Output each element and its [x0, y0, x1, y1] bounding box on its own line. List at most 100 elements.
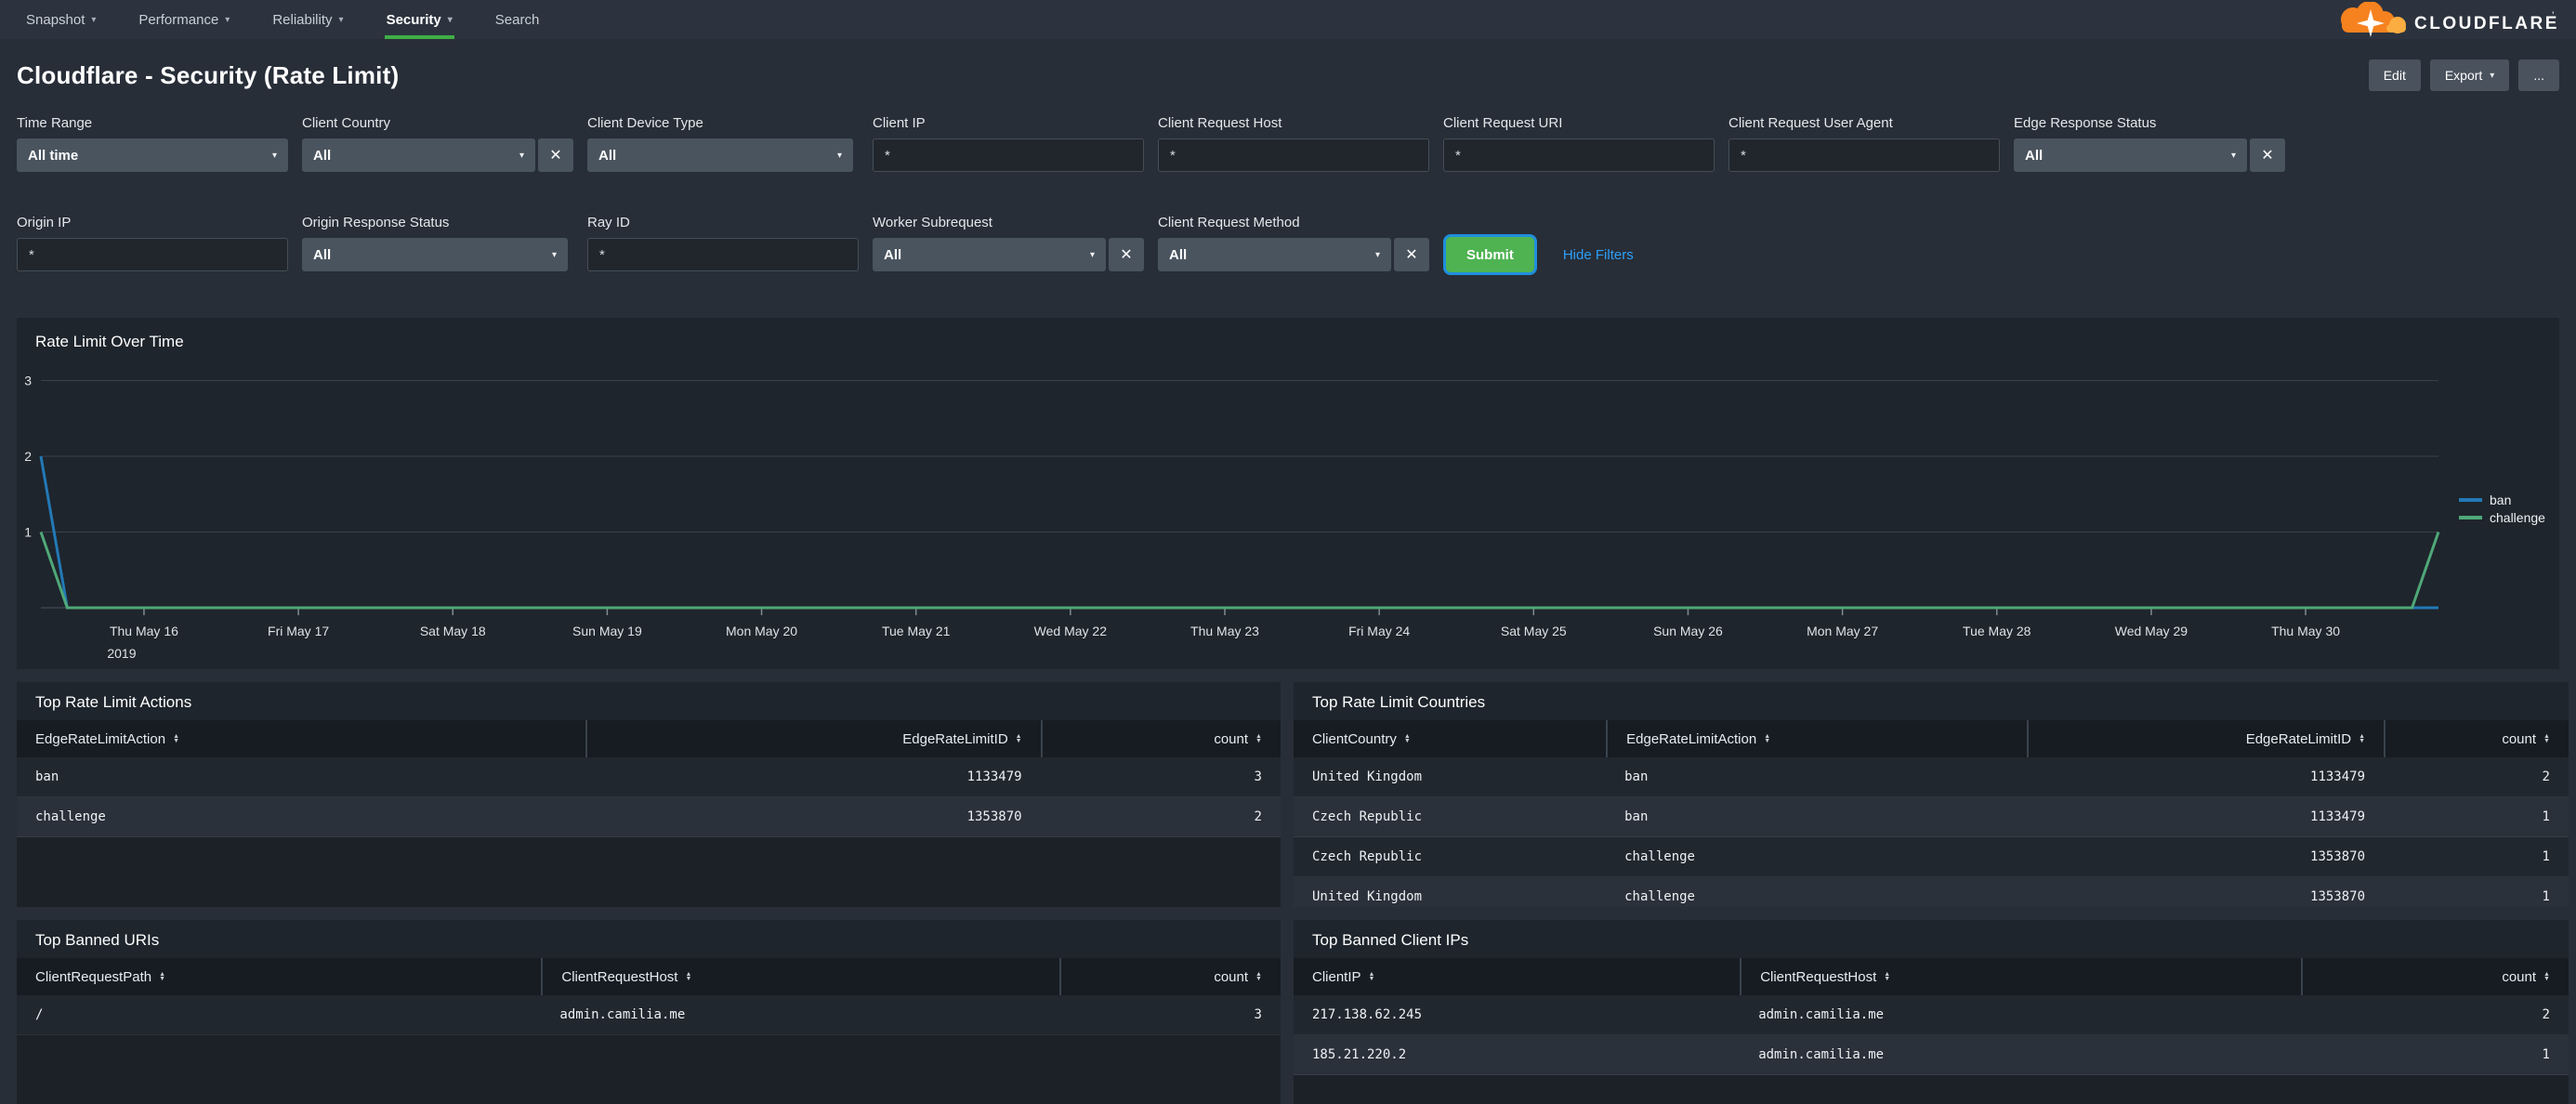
- column-header-count[interactable]: count ▲ ▼: [2300, 958, 2569, 995]
- chevron-down-icon: ▾: [338, 14, 344, 25]
- nav-item-search[interactable]: Search: [495, 0, 540, 39]
- client-ip-input[interactable]: [873, 138, 1144, 172]
- nav-item-performance[interactable]: Performance ▾: [138, 0, 230, 39]
- worker-subrequest-select[interactable]: All ▾: [873, 238, 1106, 271]
- filter-client-country: Client Country All ▾ ✕: [302, 115, 573, 172]
- column-header-edgeratelimitid[interactable]: EdgeRateLimitID ▲ ▼: [2026, 720, 2384, 757]
- ray-id-input[interactable]: [587, 238, 859, 271]
- table-empty-area: [17, 1035, 1281, 1104]
- rate-limit-chart: 1 2 3 Thu May 16 2019 Fri May 17 Sat May 18 Sun…: [24, 374, 2545, 662]
- export-button[interactable]: Export ▾: [2429, 59, 2510, 91]
- chevron-down-icon: ▾: [2490, 70, 2495, 81]
- more-button[interactable]: ...: [2518, 59, 2559, 91]
- brand-text: CLOUDFLARE: [2414, 14, 2559, 33]
- column-header-clientrequesthost[interactable]: ClientRequestHost ▲ ▼: [541, 958, 1059, 995]
- column-label: EdgeRateLimitID: [902, 730, 1008, 747]
- client-request-host-input[interactable]: [1158, 138, 1429, 172]
- top-banned-client-ips-panel: Top Banned Client IPs ClientIP ▲ ▼ ClientReq…: [1294, 920, 2569, 1104]
- tables-grid: Top Rate Limit Actions EdgeRateLimitActio…: [17, 682, 2569, 1104]
- cell-count: 3: [1254, 769, 1262, 784]
- nav-item-security[interactable]: Security ▾: [384, 0, 455, 39]
- nav-items: Snapshot ▾ Performance ▾ Reliability ▾ Securit…: [0, 0, 539, 39]
- client-request-user-agent-input[interactable]: [1728, 138, 2000, 172]
- sort-icon: ▲ ▼: [173, 733, 180, 744]
- column-header-edgeratelimitaction[interactable]: EdgeRateLimitAction ▲ ▼: [1606, 720, 2027, 757]
- edge-response-status-clear-button[interactable]: ✕: [2250, 138, 2285, 172]
- cell-edgeratelimitid: 1133479: [2310, 809, 2366, 824]
- submit-button[interactable]: Submit: [1443, 234, 1537, 275]
- client-country-select[interactable]: All ▾: [302, 138, 535, 172]
- client-request-method-clear-button[interactable]: ✕: [1394, 238, 1429, 271]
- cell-clientrequesthost: admin.camilia.me: [1758, 1007, 1885, 1022]
- client-country-clear-button[interactable]: ✕: [538, 138, 573, 172]
- edit-button[interactable]: Edit: [2368, 59, 2421, 91]
- cell-clientcountry: Czech Republic: [1312, 809, 1423, 824]
- client-request-host-label: Client Request Host: [1158, 115, 1282, 131]
- filter-client-request-uri: Client Request URI: [1443, 115, 1715, 172]
- sort-icon: ▲ ▼: [2359, 733, 2366, 744]
- origin-response-status-select[interactable]: All ▾: [302, 238, 568, 271]
- select-value: All: [598, 147, 617, 164]
- edge-response-status-select[interactable]: All ▾: [2014, 138, 2247, 172]
- client-country-label: Client Country: [302, 115, 391, 131]
- brand-mark: ’: [2552, 10, 2554, 21]
- origin-ip-input[interactable]: [17, 238, 288, 271]
- hide-filters-link[interactable]: Hide Filters: [1563, 247, 1634, 263]
- column-label: ClientRequestHost: [561, 968, 678, 985]
- x-tick-label: Sat May 18: [420, 624, 486, 638]
- column-label: ClientRequestPath: [35, 968, 152, 985]
- nav-item-reliability[interactable]: Reliability ▾: [272, 0, 343, 39]
- column-header-count[interactable]: count ▲ ▼: [1058, 958, 1281, 995]
- select-value: All: [313, 147, 332, 164]
- column-header-clientcountry[interactable]: ClientCountry ▲ ▼: [1294, 720, 1606, 757]
- y-tick-label: 3: [24, 374, 32, 388]
- filter-row-2: Origin IP Origin Response Status All ▾ Ray I…: [17, 215, 2559, 275]
- worker-subrequest-clear-button[interactable]: ✕: [1109, 238, 1144, 271]
- client-device-type-select[interactable]: All ▾: [587, 138, 853, 172]
- column-label: ClientIP: [1312, 968, 1361, 985]
- chart-title: Rate Limit Over Time: [35, 333, 184, 350]
- client-request-uri-input[interactable]: [1443, 138, 1715, 172]
- column-header-clientrequestpath[interactable]: ClientRequestPath ▲ ▼: [17, 958, 541, 995]
- column-header-clientip[interactable]: ClientIP ▲ ▼: [1294, 958, 1740, 995]
- table-header-row: ClientRequestPath ▲ ▼ ClientRequestHost ▲ ▼ co…: [17, 958, 1281, 995]
- legend-label-ban[interactable]: ban: [2490, 493, 2511, 507]
- column-label: EdgeRateLimitAction: [1626, 730, 1757, 747]
- sort-icon: ▲ ▼: [2543, 733, 2550, 744]
- select-value: All: [313, 246, 332, 263]
- column-header-edgeratelimitid[interactable]: EdgeRateLimitID ▲ ▼: [585, 720, 1041, 757]
- cell-count: 1: [2542, 809, 2550, 824]
- submit-area: Submit Hide Filters: [1443, 234, 1634, 275]
- cell-clientip: 185.21.220.2: [1312, 1047, 1407, 1062]
- legend-label-challenge[interactable]: challenge: [2490, 510, 2545, 525]
- cell-count: 2: [2542, 769, 2550, 784]
- column-header-edgeratelimitaction[interactable]: EdgeRateLimitAction ▲ ▼: [17, 720, 585, 757]
- select-value: All: [2025, 147, 2044, 164]
- sort-icon: ▲ ▼: [1368, 971, 1375, 982]
- filter-client-request-method: Client Request Method All ▾ ✕: [1158, 215, 1429, 271]
- worker-subrequest-label: Worker Subrequest: [873, 215, 992, 230]
- chevron-down-icon: ▾: [1374, 249, 1380, 260]
- column-header-count[interactable]: count ▲ ▼: [1040, 720, 1281, 757]
- rate-limit-chart-panel: Rate Limit Over Time 1 2 3 Thu May 16 2019 Fr…: [17, 318, 2559, 669]
- sort-icon: ▲ ▼: [685, 971, 692, 982]
- sort-icon: ▲ ▼: [159, 971, 166, 982]
- sort-icon: ▲ ▼: [1255, 971, 1262, 982]
- column-header-count[interactable]: count ▲ ▼: [2384, 720, 2569, 757]
- column-label: count: [1214, 730, 1249, 747]
- x-tick-label: Sun May 26: [1653, 624, 1723, 638]
- chevron-down-icon: ▾: [447, 14, 453, 25]
- nav-item-snapshot[interactable]: Snapshot ▾: [26, 0, 96, 39]
- select-value: All: [884, 246, 902, 263]
- filters-section: Time Range All time ▾ Client Country All ▾ ✕ Cl…: [0, 112, 2576, 318]
- time-range-select[interactable]: All time ▾: [17, 138, 288, 172]
- x-tick-label: Mon May 20: [726, 624, 797, 638]
- x-tick-label: Sun May 19: [572, 624, 642, 638]
- column-header-clientrequesthost[interactable]: ClientRequestHost ▲ ▼: [1740, 958, 2301, 995]
- ray-id-label: Ray ID: [587, 215, 630, 230]
- cell-count: 1: [2542, 889, 2550, 904]
- origin-response-status-label: Origin Response Status: [302, 215, 450, 230]
- cell-edgeratelimitid: 1133479: [966, 769, 1022, 784]
- table-row: ban 1133479 3: [17, 757, 1281, 797]
- client-request-method-select[interactable]: All ▾: [1158, 238, 1391, 271]
